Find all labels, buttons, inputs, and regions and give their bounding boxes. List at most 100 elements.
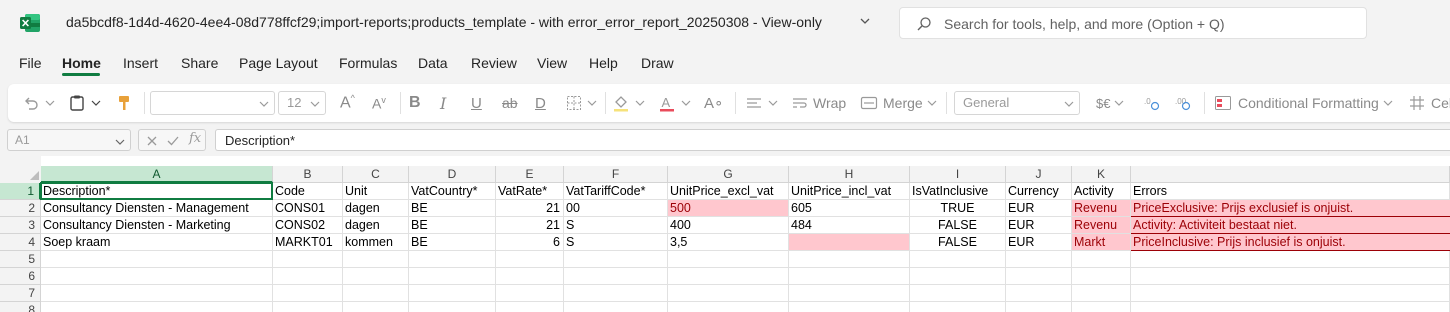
cell-a2[interactable]: Consultancy Diensten - Management <box>41 200 273 217</box>
cancel-icon[interactable] <box>145 134 159 148</box>
cell-l8[interactable] <box>1131 302 1450 312</box>
cell-g8[interactable] <box>668 302 789 312</box>
cell-j7[interactable] <box>1006 285 1072 302</box>
cell-k1[interactable]: Activity <box>1072 183 1131 200</box>
cell-i2[interactable]: TRUE <box>910 200 1006 217</box>
column-header-a[interactable]: A <box>41 166 273 183</box>
cell-h2[interactable]: 605 <box>789 200 910 217</box>
cell-a3[interactable]: Consultancy Diensten - Marketing <box>41 217 273 234</box>
cell-e8[interactable] <box>496 302 564 312</box>
row-header-1[interactable]: 1 <box>0 183 41 200</box>
cell-d4[interactable]: BE <box>409 234 496 251</box>
cell-d5[interactable] <box>409 251 496 268</box>
cell-h6[interactable] <box>789 268 910 285</box>
cell-h8[interactable] <box>789 302 910 312</box>
function-icon[interactable]: fx <box>189 131 201 146</box>
cell-c5[interactable] <box>343 251 409 268</box>
cell-i8[interactable] <box>910 302 1006 312</box>
tab-review[interactable]: Review <box>471 55 517 71</box>
fill-color-button[interactable] <box>612 84 646 122</box>
cell-d2[interactable]: BE <box>409 200 496 217</box>
cell-g4[interactable]: 3,5 <box>668 234 789 251</box>
document-title[interactable]: da5bcdf8-1d4d-4620-4ee4-08d778ffcf29;imp… <box>66 14 822 30</box>
cell-b6[interactable] <box>273 268 343 285</box>
cell-i6[interactable] <box>910 268 1006 285</box>
column-header-e[interactable]: E <box>496 166 564 183</box>
format-painter-button[interactable] <box>116 84 132 122</box>
cell-h3[interactable]: 484 <box>789 217 910 234</box>
italic-button[interactable]: I <box>440 84 446 122</box>
cell-i3[interactable]: FALSE <box>910 217 1006 234</box>
cell-c1[interactable]: Unit <box>343 183 409 200</box>
tab-file[interactable]: File <box>19 55 42 71</box>
cell-e5[interactable] <box>496 251 564 268</box>
column-header-d[interactable]: D <box>409 166 496 183</box>
cell-l2[interactable]: PriceExclusive: Prijs exclusief is onjui… <box>1131 200 1450 217</box>
font-color-button[interactable]: A <box>658 84 692 122</box>
column-header-j[interactable]: J <box>1006 166 1072 183</box>
row-header-3[interactable]: 3 <box>0 217 41 234</box>
number-format-dropdown[interactable]: General <box>954 91 1080 115</box>
undo-button[interactable] <box>22 84 56 122</box>
cell-h7[interactable] <box>789 285 910 302</box>
cell-i1[interactable]: IsVatInclusive <box>910 183 1006 200</box>
cell-b8[interactable] <box>273 302 343 312</box>
cell-b5[interactable] <box>273 251 343 268</box>
cell-k8[interactable] <box>1072 302 1131 312</box>
column-header-h[interactable]: H <box>789 166 910 183</box>
cell-g3[interactable]: 400 <box>668 217 789 234</box>
column-header-k[interactable]: K <box>1072 166 1131 183</box>
cell-g5[interactable] <box>668 251 789 268</box>
tab-help[interactable]: Help <box>589 55 618 71</box>
chevron-down-icon[interactable] <box>858 14 872 28</box>
tab-view[interactable]: View <box>537 55 567 71</box>
conditional-formatting-button[interactable]: Conditional Formatting <box>1214 84 1394 122</box>
cell-c4[interactable]: kommen <box>343 234 409 251</box>
cell-c7[interactable] <box>343 285 409 302</box>
cell-a6[interactable] <box>41 268 273 285</box>
cell-h1[interactable]: UnitPrice_incl_vat <box>789 183 910 200</box>
row-header-7[interactable]: 7 <box>0 285 41 302</box>
cell-g1[interactable]: UnitPrice_excl_vat <box>668 183 789 200</box>
cell-k5[interactable] <box>1072 251 1131 268</box>
cell-g2[interactable]: 500 <box>668 200 789 217</box>
cell-d3[interactable]: BE <box>409 217 496 234</box>
cell-f7[interactable] <box>564 285 668 302</box>
cell-d7[interactable] <box>409 285 496 302</box>
tab-formulas[interactable]: Formulas <box>339 55 397 71</box>
search-box[interactable]: Search for tools, help, and more (Option… <box>899 7 1367 39</box>
cell-b2[interactable]: CONS01 <box>273 200 343 217</box>
cell-b1[interactable]: Code <box>273 183 343 200</box>
cell-b3[interactable]: CONS02 <box>273 217 343 234</box>
bold-button[interactable]: B <box>409 84 421 122</box>
column-header-b[interactable]: B <box>273 166 343 183</box>
spreadsheet-grid[interactable]: A B C D E F G H I J K 1 2 3 4 5 6 7 8 Description* Code Unit V… <box>0 156 1450 312</box>
tab-home[interactable]: Home <box>62 55 101 71</box>
row-header-5[interactable]: 5 <box>0 251 41 268</box>
cell-j3[interactable]: EUR <box>1006 217 1072 234</box>
cell-f4[interactable]: S <box>564 234 668 251</box>
cell-f3[interactable]: S <box>564 217 668 234</box>
cell-e4[interactable]: 6 <box>496 234 564 251</box>
tab-draw[interactable]: Draw <box>641 55 674 71</box>
cell-g7[interactable] <box>668 285 789 302</box>
increase-font-button[interactable]: A^ <box>340 84 355 122</box>
cell-j8[interactable] <box>1006 302 1072 312</box>
cell-h4[interactable] <box>789 234 910 251</box>
cell-styles-button[interactable]: Cel <box>1408 84 1450 122</box>
cell-d8[interactable] <box>409 302 496 312</box>
cell-l6[interactable] <box>1131 268 1450 285</box>
align-button[interactable] <box>745 84 779 122</box>
cell-a7[interactable] <box>41 285 273 302</box>
cell-f1[interactable]: VatTariffCode* <box>564 183 668 200</box>
cell-a4[interactable]: Soep kraam <box>41 234 273 251</box>
row-header-6[interactable]: 6 <box>0 268 41 285</box>
cell-c3[interactable]: dagen <box>343 217 409 234</box>
cell-f5[interactable] <box>564 251 668 268</box>
cell-h5[interactable] <box>789 251 910 268</box>
cell-e7[interactable] <box>496 285 564 302</box>
cell-k6[interactable] <box>1072 268 1131 285</box>
clear-format-button[interactable]: A∘ <box>704 84 723 122</box>
cell-j6[interactable] <box>1006 268 1072 285</box>
cell-b7[interactable] <box>273 285 343 302</box>
